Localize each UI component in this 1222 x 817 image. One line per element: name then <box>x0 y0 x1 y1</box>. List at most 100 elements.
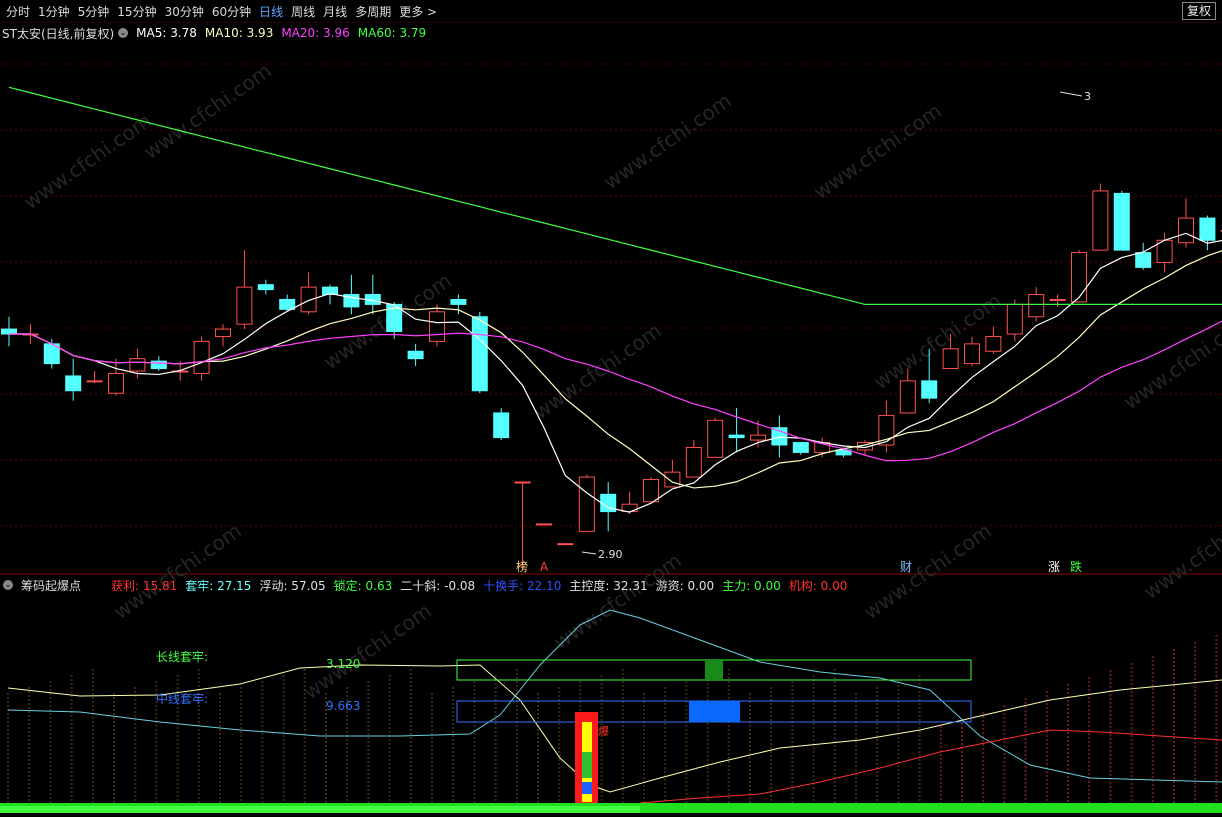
event-mark: 财 <box>900 560 912 574</box>
candle-body <box>1071 252 1087 303</box>
ma20-value: MA20: 3.96 <box>281 26 350 40</box>
candle-body <box>1092 190 1109 251</box>
stock-title: ST太安(日线,前复权) <box>2 26 115 41</box>
candle-body <box>707 419 724 458</box>
candle-body <box>1006 303 1023 335</box>
high-pointer <box>1059 91 1083 97</box>
candle-body <box>1049 298 1066 301</box>
candle-body <box>1 328 17 335</box>
candle-body <box>300 286 317 313</box>
indicator-stat: 二十斜: -0.08 <box>400 578 476 593</box>
candle-body <box>964 343 980 365</box>
indicator-title: 筹码起爆点 <box>21 578 82 593</box>
period-tab[interactable]: 30分钟 <box>165 3 204 20</box>
mid-value: 9.663 <box>326 699 360 713</box>
long-label: 长线套牢: <box>156 649 208 664</box>
indicator-stat: 机构: 0.00 <box>788 578 848 593</box>
watermark-text: www.cfchi.com <box>1119 308 1222 414</box>
period-tabs: 分时 1分钟 5分钟 15分钟 30分钟 60分钟 日线 周线 月线 多周期 更多 > <box>0 0 439 22</box>
candle-body <box>985 335 1002 352</box>
watermark-text: www.cfchi.com <box>529 318 666 424</box>
indicator-stat: 主力: 0.00 <box>722 578 781 593</box>
mid-lock-marker <box>689 701 740 722</box>
candle-body <box>750 434 766 441</box>
burst-label: 爆 <box>598 724 609 738</box>
candle-body <box>1178 217 1194 244</box>
candle-body <box>664 471 681 488</box>
candle-body <box>942 348 959 370</box>
indicator-stat: 浮动: 57.05 <box>259 578 326 593</box>
candle-body <box>86 380 103 383</box>
candle-body <box>471 316 488 392</box>
ma60-value: MA60: 3.79 <box>357 26 427 40</box>
period-tab[interactable]: 1分钟 <box>38 3 70 20</box>
chart-canvas[interactable]: www.cfchi.comwww.cfchi.comwww.cfchi.comw… <box>0 0 1222 813</box>
event-mark: 跌 <box>1070 559 1082 574</box>
indicator-stat: 套牢: 27.15 <box>185 578 252 593</box>
period-tab[interactable]: 15分钟 <box>117 3 156 20</box>
high-label: 3 <box>1084 90 1091 103</box>
chevron-down-icon[interactable]: ⌄ <box>3 580 13 590</box>
candle-body <box>792 442 809 453</box>
kline-chart[interactable]: www.cfchi.com www.cfchi.com www.cfchi.com w… <box>0 0 1222 813</box>
candle-body <box>493 412 510 439</box>
period-tab[interactable]: 60分钟 <box>212 3 251 20</box>
period-tab[interactable]: 更多 > <box>399 3 437 20</box>
candle-body <box>728 434 745 439</box>
event-mark: 涨 <box>1048 559 1060 574</box>
burst-column-green <box>582 752 592 778</box>
watermark-text: www.cfchi.com <box>109 518 246 624</box>
period-tab[interactable]: 月线 <box>323 3 347 20</box>
period-toolbar: 分时 1分钟 5分钟 15分钟 30分钟 60分钟 日线 周线 月线 多周期 更多 > 复权 <box>0 0 1222 23</box>
candle-body <box>643 479 659 503</box>
chevron-down-icon[interactable]: ⌄ <box>118 28 129 38</box>
event-mark: A <box>540 560 549 574</box>
main-chart-header: ST太安(日线,前复权) ⌄ MA5: 3.78 MA10: 3.93 MA20… <box>0 22 434 44</box>
candle-body <box>257 284 274 291</box>
candle-body <box>514 481 531 484</box>
candle-body <box>429 311 445 342</box>
adjust-button[interactable]: 复权 <box>1181 2 1216 20</box>
watermark-text: www.cfchi.com <box>299 598 436 704</box>
candle-body <box>65 375 82 392</box>
period-tab[interactable]: 周线 <box>291 3 315 20</box>
candle-body <box>407 350 424 360</box>
candle-body <box>215 328 231 337</box>
candle-body <box>921 380 938 399</box>
candle-body <box>685 446 702 478</box>
bottom-band-left <box>0 806 640 813</box>
period-tab[interactable]: 日线 <box>259 3 283 20</box>
watermark-text: www.cfchi.com <box>599 88 736 194</box>
period-tab[interactable]: 多周期 <box>355 3 391 20</box>
candle-body <box>578 476 595 532</box>
candle-body <box>279 298 296 310</box>
watermark-text: www.cfchi.com <box>139 58 276 164</box>
candle-body <box>536 523 552 526</box>
long-value: 3.120 <box>326 657 360 671</box>
watermark-text: www.cfchi.com <box>549 548 686 654</box>
indicator-header: ⌄ 筹码起爆点 获利: 15.81 套牢: 27.15 浮动: 57.05 锁定: 0… <box>0 574 855 596</box>
low-label: 2.90 <box>598 548 623 561</box>
candle-body <box>129 358 146 372</box>
candle-body <box>1113 192 1130 251</box>
yellow-curve <box>7 664 1222 793</box>
candle-body <box>108 372 124 394</box>
indicator-stat: 锁定: 0.63 <box>333 578 393 593</box>
period-tab[interactable]: 分时 <box>6 3 30 20</box>
watermark-text: www.cfchi.com <box>19 108 156 214</box>
candle-body <box>193 340 210 374</box>
indicator-stat: 获利: 15.81 <box>111 578 178 593</box>
ma10-value: MA10: 3.93 <box>204 26 274 40</box>
ma20-line <box>9 320 1222 462</box>
period-tab[interactable]: 5分钟 <box>78 3 110 20</box>
ma5-value: MA5: 3.78 <box>136 26 197 40</box>
indicator-stat: 游资: 0.00 <box>655 578 715 593</box>
mid-label: 中线套牢: <box>156 691 208 706</box>
indicator-stat: 主控度: 32.31 <box>569 578 648 593</box>
candle-body <box>236 286 253 325</box>
watermark-text: www.cfchi.com <box>1139 498 1222 604</box>
watermark-text: www.cfchi.com <box>859 518 996 624</box>
burst-column-blue <box>582 782 592 794</box>
candle-body <box>1199 217 1216 241</box>
candle-body <box>450 298 467 305</box>
